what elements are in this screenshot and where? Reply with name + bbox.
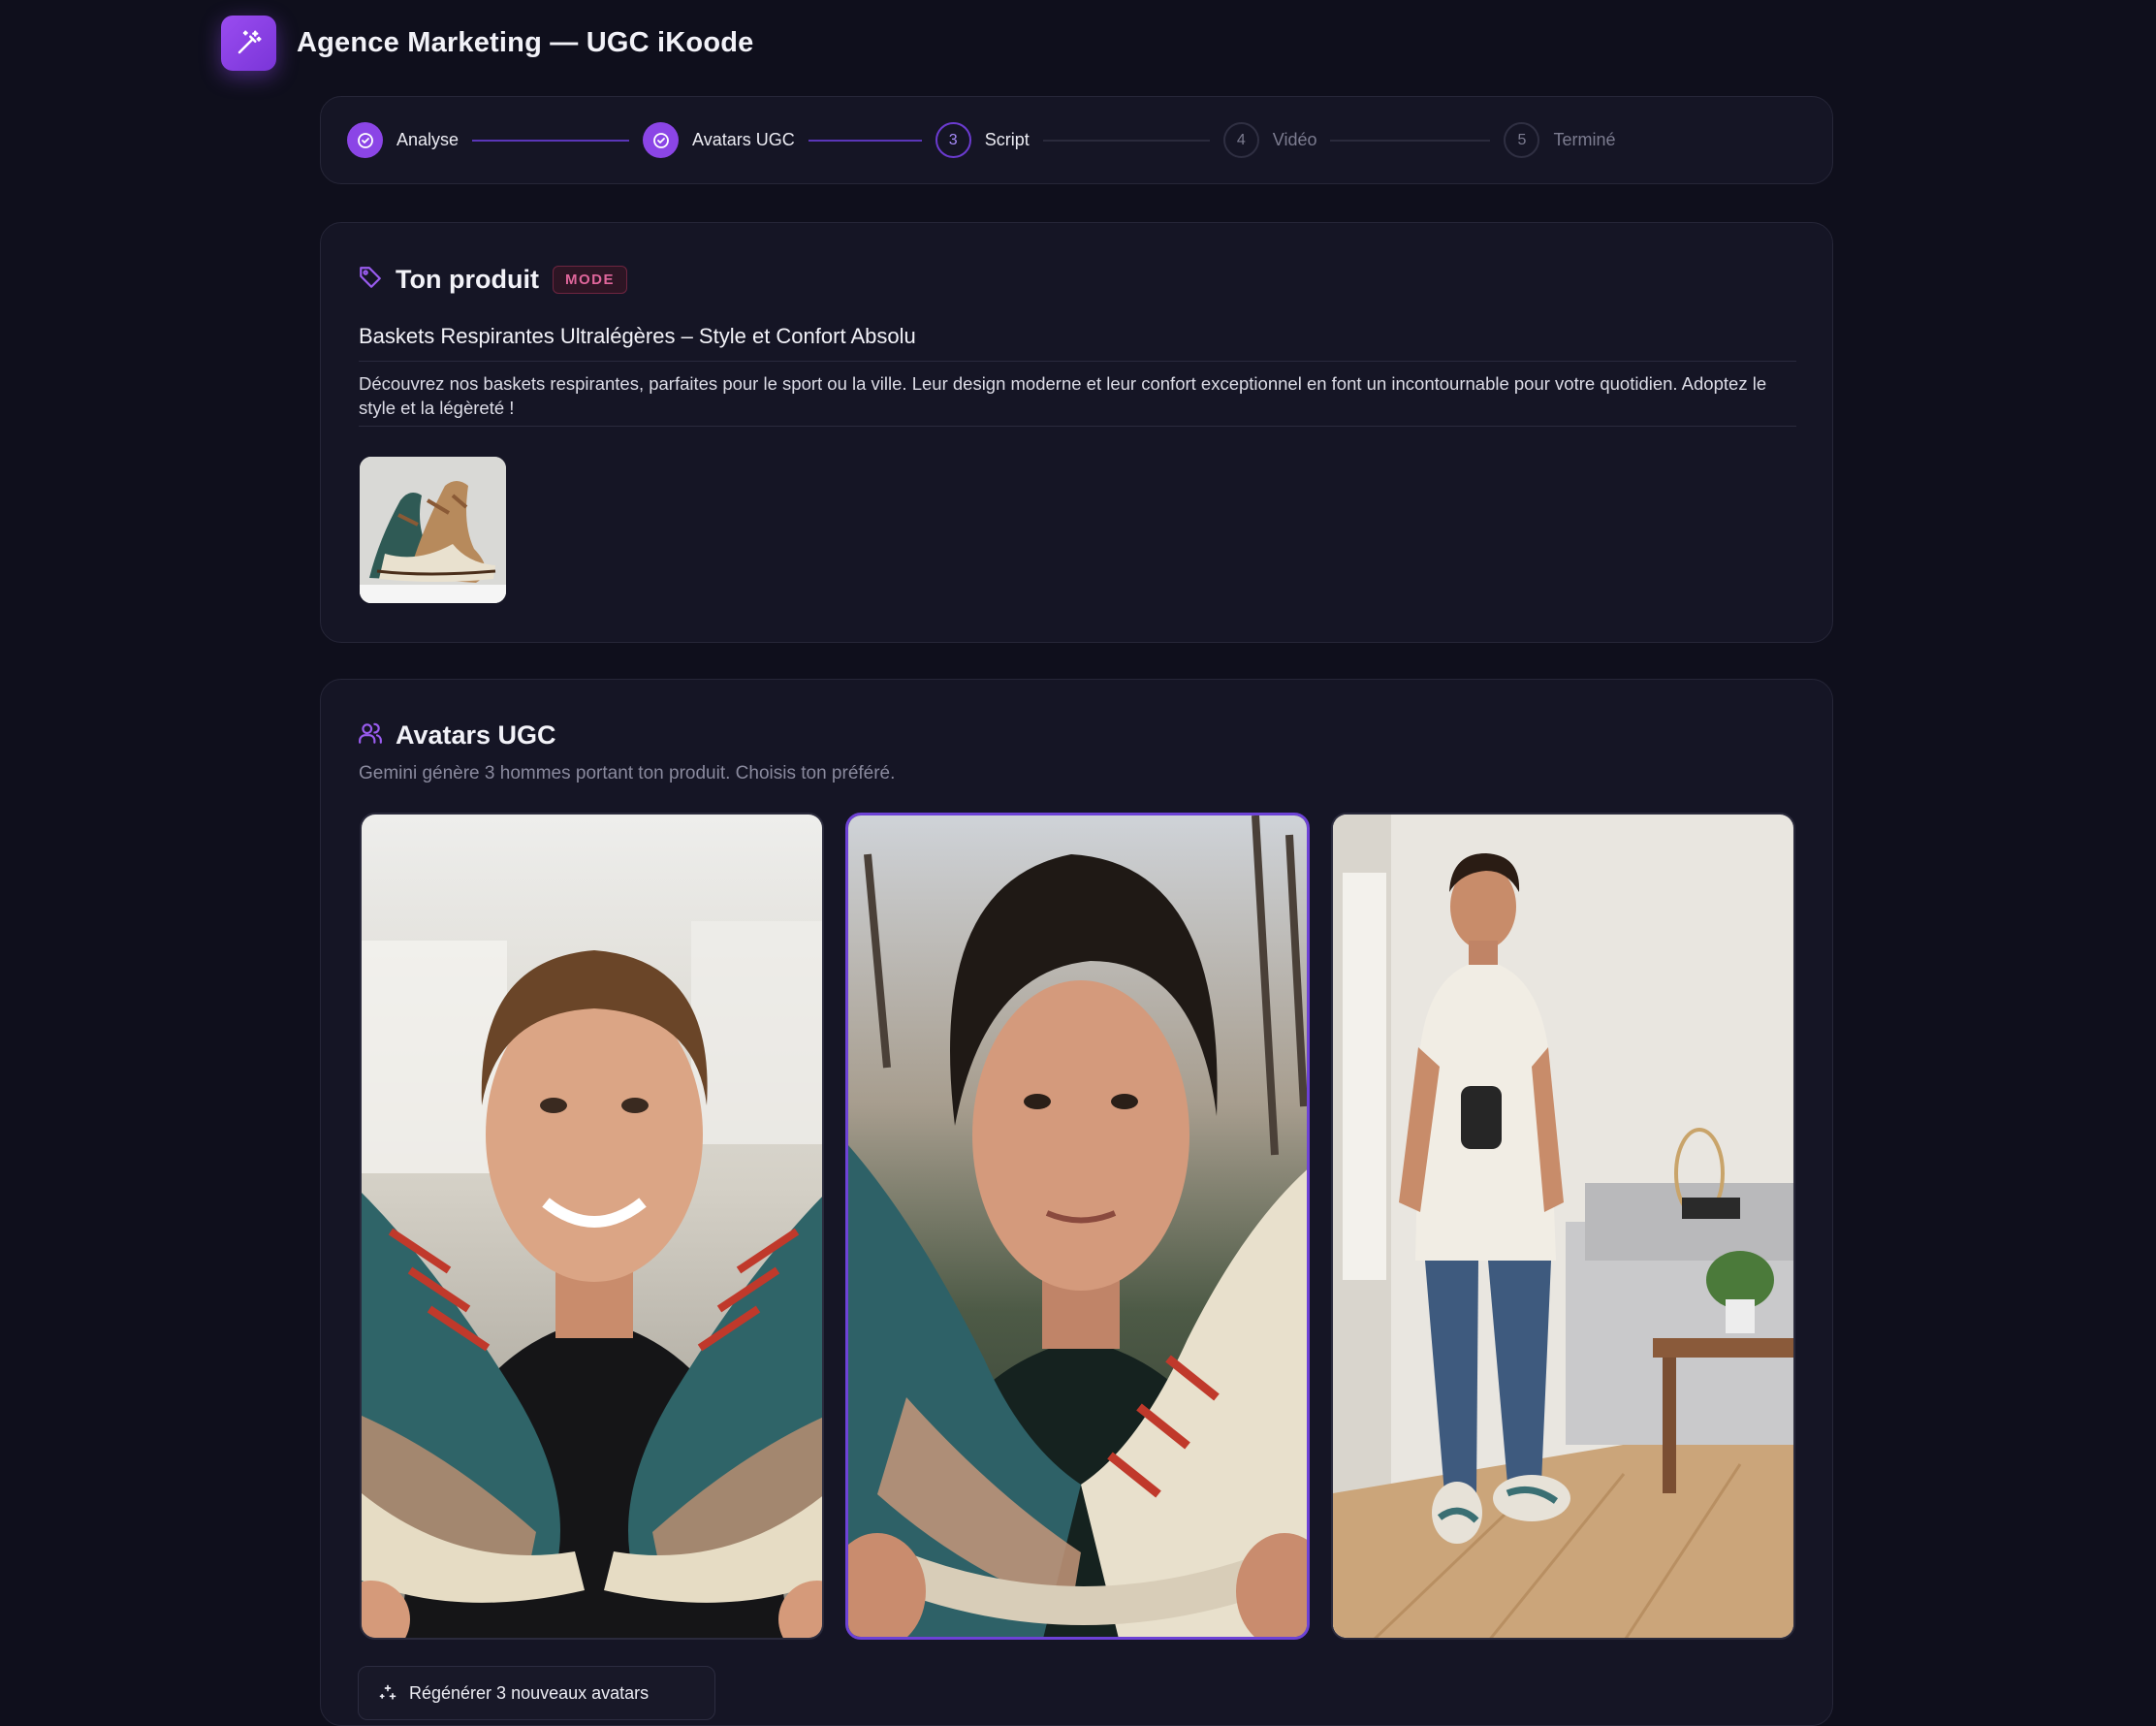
step-label: Analyse bbox=[396, 130, 460, 149]
step-label: Script bbox=[984, 130, 1030, 149]
avatar-option-1[interactable] bbox=[360, 813, 824, 1640]
section-title: Ton produit bbox=[396, 265, 539, 294]
product-image bbox=[360, 457, 506, 603]
step-number: 5 bbox=[1504, 122, 1540, 158]
step-number: 4 bbox=[1222, 122, 1259, 158]
step-number: 3 bbox=[935, 122, 971, 158]
step-label: Vidéo bbox=[1272, 130, 1317, 149]
step-connector bbox=[472, 139, 630, 142]
product-panel: Ton produit MODE Baskets Respirantes Ult… bbox=[320, 222, 1833, 643]
avatars-header: Avatars UGC bbox=[358, 720, 556, 751]
step-connector bbox=[1330, 139, 1491, 142]
sparkles-icon bbox=[379, 1684, 396, 1700]
users-icon bbox=[358, 720, 383, 751]
step-connector bbox=[1042, 139, 1210, 142]
app-title: Agence Marketing — UGC iKoode bbox=[297, 26, 754, 58]
step-connector bbox=[808, 139, 922, 142]
app-header: Agence Marketing — UGC iKoode bbox=[221, 15, 753, 71]
regenerate-avatars-button[interactable]: Régénérer 3 nouveaux avatars bbox=[358, 1666, 715, 1720]
regenerate-label: Régénérer 3 nouveaux avatars bbox=[409, 1682, 650, 1703]
avatar-option-2[interactable] bbox=[845, 813, 1310, 1640]
step-video[interactable]: 4 Vidéo bbox=[1222, 122, 1317, 158]
tag-icon bbox=[358, 265, 383, 295]
check-circle-icon bbox=[347, 122, 383, 158]
progress-stepper: Analyse Avatars UGC 3 Script 4 Vidéo 5 T… bbox=[320, 96, 1833, 184]
product-header: Ton produit MODE bbox=[358, 265, 627, 295]
product-description-field[interactable]: Découvrez nos baskets respirantes, parfa… bbox=[359, 371, 1796, 427]
step-analyse[interactable]: Analyse bbox=[347, 122, 459, 158]
step-label: Terminé bbox=[1553, 130, 1616, 149]
step-script[interactable]: 3 Script bbox=[935, 122, 1030, 158]
avatar-option-3[interactable] bbox=[1331, 813, 1795, 1640]
section-subtitle: Gemini génère 3 hommes portant ton produ… bbox=[359, 763, 896, 783]
magic-wand-icon bbox=[221, 15, 276, 71]
step-avatars-ugc[interactable]: Avatars UGC bbox=[643, 122, 795, 158]
avatars-panel: Avatars UGC Gemini génère 3 hommes porta… bbox=[320, 679, 1833, 1726]
section-title: Avatars UGC bbox=[396, 720, 556, 750]
category-badge: MODE bbox=[552, 266, 627, 294]
step-termine[interactable]: 5 Terminé bbox=[1504, 122, 1616, 158]
check-circle-icon bbox=[643, 122, 680, 158]
step-label: Avatars UGC bbox=[692, 130, 795, 149]
product-name-field[interactable]: Baskets Respirantes Ultralégères – Style… bbox=[359, 324, 1796, 362]
